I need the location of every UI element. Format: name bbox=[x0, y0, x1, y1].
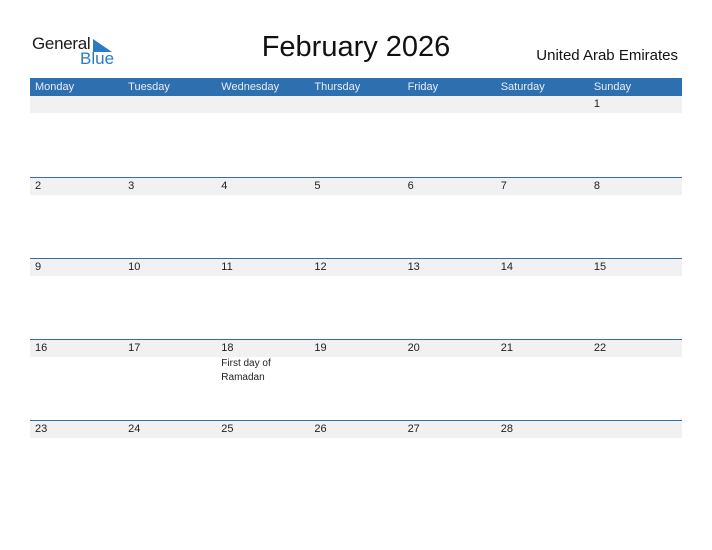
weekday-saturday: Saturday bbox=[500, 81, 545, 93]
weekday-header: Monday Tuesday Wednesday Thursday Friday… bbox=[30, 78, 682, 96]
day-cell bbox=[589, 421, 682, 501]
week-cells: 9 10 11 12 13 14 15 bbox=[30, 259, 682, 339]
day-number: 17 bbox=[128, 342, 141, 354]
day-number: 13 bbox=[407, 261, 420, 273]
week-row: 23 24 25 26 27 28 bbox=[30, 420, 682, 501]
day-cell: 13 bbox=[403, 259, 496, 339]
week-cells: 16 17 18 First day of Ramadan 19 20 21 22 bbox=[30, 340, 682, 420]
weekday-monday: Monday bbox=[35, 81, 75, 93]
day-cell bbox=[403, 96, 496, 177]
day-number: 15 bbox=[593, 261, 607, 273]
day-number: 22 bbox=[593, 342, 607, 354]
day-cell bbox=[30, 96, 123, 177]
week-row: 1 bbox=[30, 96, 682, 177]
day-cell: 3 bbox=[123, 178, 216, 258]
week-row: 9 10 11 12 13 14 15 bbox=[30, 258, 682, 339]
day-number: 4 bbox=[221, 180, 228, 192]
day-cell: 15 bbox=[589, 259, 682, 339]
day-cell bbox=[496, 96, 589, 177]
day-cell bbox=[216, 96, 309, 177]
holiday-event: First day of Ramadan bbox=[221, 358, 271, 383]
weekday-wednesday: Wednesday bbox=[221, 81, 280, 93]
day-cell: 11 bbox=[216, 259, 309, 339]
day-number: 27 bbox=[407, 423, 420, 435]
weeks-container: 1 2 3 4 5 6 7 8 9 10 11 12 13 14 15 16 17 18 First day of … bbox=[30, 96, 682, 501]
day-number: 6 bbox=[407, 180, 414, 192]
week-cells: 1 bbox=[30, 96, 682, 177]
day-number: 20 bbox=[407, 342, 420, 354]
day-cell: 14 bbox=[496, 259, 589, 339]
day-cell: 1 bbox=[589, 96, 682, 177]
day-number: 7 bbox=[500, 180, 507, 192]
day-cell: 2 bbox=[30, 178, 123, 258]
weekday-tuesday: Tuesday bbox=[128, 81, 170, 93]
day-cell: 4 bbox=[216, 178, 309, 258]
day-cell: 24 bbox=[123, 421, 216, 501]
day-cell: 20 bbox=[403, 340, 496, 420]
country-label: United Arab Emirates bbox=[536, 47, 678, 64]
day-number: 14 bbox=[500, 261, 513, 273]
weekday-thursday: Thursday bbox=[314, 81, 361, 93]
day-cell: 21 bbox=[496, 340, 589, 420]
day-cell: 5 bbox=[309, 178, 402, 258]
weekday-sunday: Sunday bbox=[593, 81, 632, 93]
day-number: 28 bbox=[500, 423, 513, 435]
day-number: 24 bbox=[128, 423, 141, 435]
day-number: 11 bbox=[221, 261, 233, 273]
week-row: 16 17 18 First day of Ramadan 19 20 21 22 bbox=[30, 339, 682, 420]
day-number: 8 bbox=[593, 180, 600, 192]
day-cell: 12 bbox=[309, 259, 402, 339]
day-cell: 7 bbox=[496, 178, 589, 258]
day-cell: 27 bbox=[403, 421, 496, 501]
day-number: 5 bbox=[314, 180, 321, 192]
day-cell: 22 bbox=[589, 340, 682, 420]
week-cells: 23 24 25 26 27 28 bbox=[30, 421, 682, 501]
day-number: 2 bbox=[35, 180, 42, 192]
day-cell: 16 bbox=[30, 340, 123, 420]
weekday-friday: Friday bbox=[407, 81, 439, 93]
day-cell: 8 bbox=[589, 178, 682, 258]
week-row: 2 3 4 5 6 7 8 bbox=[30, 177, 682, 258]
day-cell: 9 bbox=[30, 259, 123, 339]
day-cell: 6 bbox=[403, 178, 496, 258]
day-cell: 26 bbox=[309, 421, 402, 501]
day-number: 19 bbox=[314, 342, 327, 354]
day-number: 10 bbox=[128, 261, 141, 273]
day-cell: 10 bbox=[123, 259, 216, 339]
day-number: 16 bbox=[35, 342, 48, 354]
day-cell: 18 First day of Ramadan bbox=[216, 340, 309, 420]
day-number: 25 bbox=[221, 423, 234, 435]
day-cell: 23 bbox=[30, 421, 123, 501]
day-number: 9 bbox=[35, 261, 42, 273]
day-number: 18 bbox=[221, 342, 234, 354]
day-number: 1 bbox=[593, 98, 600, 110]
day-number: 3 bbox=[128, 180, 135, 192]
day-number: 26 bbox=[314, 423, 327, 435]
day-cell: 17 bbox=[123, 340, 216, 420]
day-cell: 25 bbox=[216, 421, 309, 501]
week-cells: 2 3 4 5 6 7 8 bbox=[30, 178, 682, 258]
day-number: 21 bbox=[500, 342, 513, 354]
day-cell: 19 bbox=[309, 340, 402, 420]
day-number: 12 bbox=[314, 261, 327, 273]
day-cell: 28 bbox=[496, 421, 589, 501]
calendar: Monday Tuesday Wednesday Thursday Friday… bbox=[30, 78, 682, 501]
day-number: 23 bbox=[35, 423, 48, 435]
day-cell bbox=[309, 96, 402, 177]
day-cell bbox=[123, 96, 216, 177]
